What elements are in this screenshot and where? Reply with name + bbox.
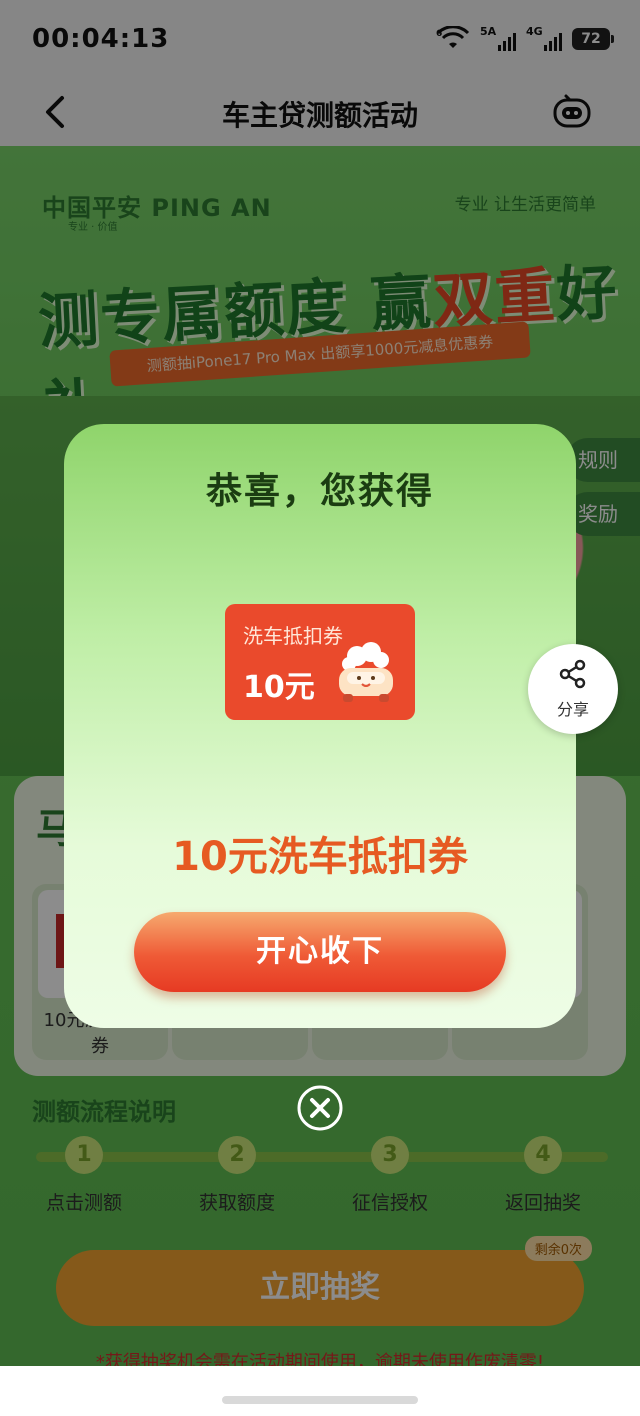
share-icon bbox=[559, 659, 586, 689]
coupon-name: 洗车抵扣券 bbox=[243, 624, 343, 648]
coupon-amount: 10元 bbox=[243, 670, 315, 705]
coupon-card: 洗车抵扣券 10元 bbox=[225, 604, 415, 720]
home-indicator[interactable] bbox=[222, 1396, 418, 1404]
share-button[interactable]: 分享 bbox=[528, 644, 618, 734]
accept-button[interactable]: 开心收下 bbox=[134, 912, 506, 992]
prize-name: 10元洗车抵扣券 bbox=[172, 834, 468, 880]
car-wash-icon bbox=[339, 642, 393, 702]
gesture-navigation-bar bbox=[0, 1366, 640, 1416]
share-label: 分享 bbox=[556, 700, 589, 719]
close-icon[interactable] bbox=[296, 1084, 344, 1132]
modal-title: 恭喜，您获得 bbox=[205, 471, 434, 512]
prize-modal: 恭喜，您获得 洗车抵扣券 10元 10元洗车抵扣券 开心收下 bbox=[64, 424, 576, 1028]
